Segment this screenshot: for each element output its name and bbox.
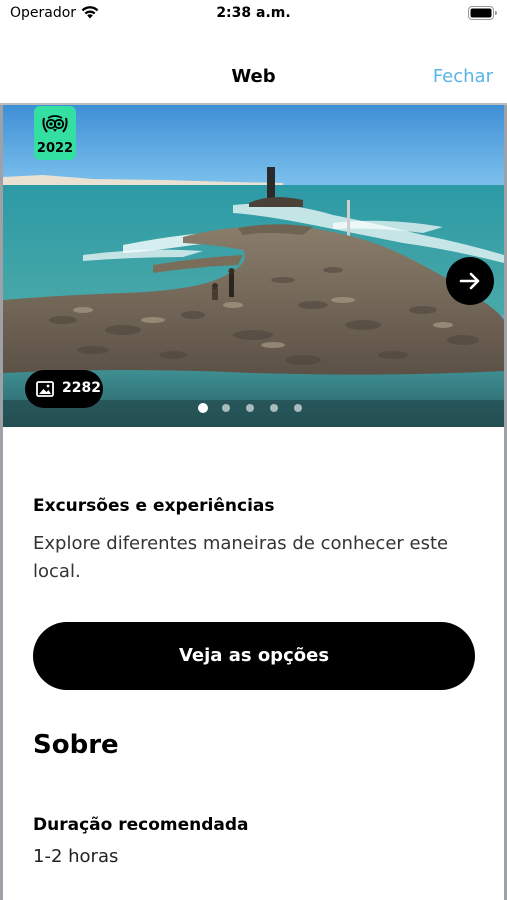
carousel-pagination [198, 402, 318, 414]
photo-carousel[interactable]: 2022 2282 [3, 105, 504, 427]
arrow-right-icon [459, 272, 480, 290]
see-options-button[interactable]: Veja as opções [33, 622, 475, 690]
award-year: 2022 [36, 141, 74, 156]
carousel-dot[interactable] [222, 404, 230, 412]
carousel-dot[interactable] [198, 403, 208, 413]
carousel-dot[interactable] [270, 404, 278, 412]
navigation-bar: Web Fechar [0, 28, 507, 104]
clock-time: 2:38 a.m. [216, 5, 291, 21]
about-heading: Sobre [33, 730, 119, 760]
photo-count: 2282 [62, 380, 101, 396]
app-screen: Operador 2:38 a.m. Web Fechar 2022 2282 … [0, 0, 507, 900]
experiences-description: Explore diferentes maneiras de conhecer … [33, 533, 449, 582]
close-button[interactable]: Fechar [433, 66, 493, 87]
travelers-choice-badge: 2022 [34, 106, 76, 160]
owl-laurel-icon [42, 115, 68, 133]
duration-label: Duração recomendada [33, 815, 249, 835]
battery-icon [468, 6, 497, 20]
image-icon [36, 381, 54, 397]
carousel-dot[interactable] [246, 404, 254, 412]
carousel-dot[interactable] [294, 404, 302, 412]
experiences-title: Excursões e experiências [33, 496, 275, 516]
photo-count-button[interactable]: 2282 [25, 370, 103, 408]
status-bar: Operador 2:38 a.m. [0, 0, 507, 28]
web-content[interactable]: 2022 2282 Excursões e experiências Explo… [0, 105, 507, 900]
carousel-next-button[interactable] [446, 257, 494, 305]
duration-value: 1-2 horas [33, 846, 119, 867]
page-title: Web [231, 66, 276, 87]
